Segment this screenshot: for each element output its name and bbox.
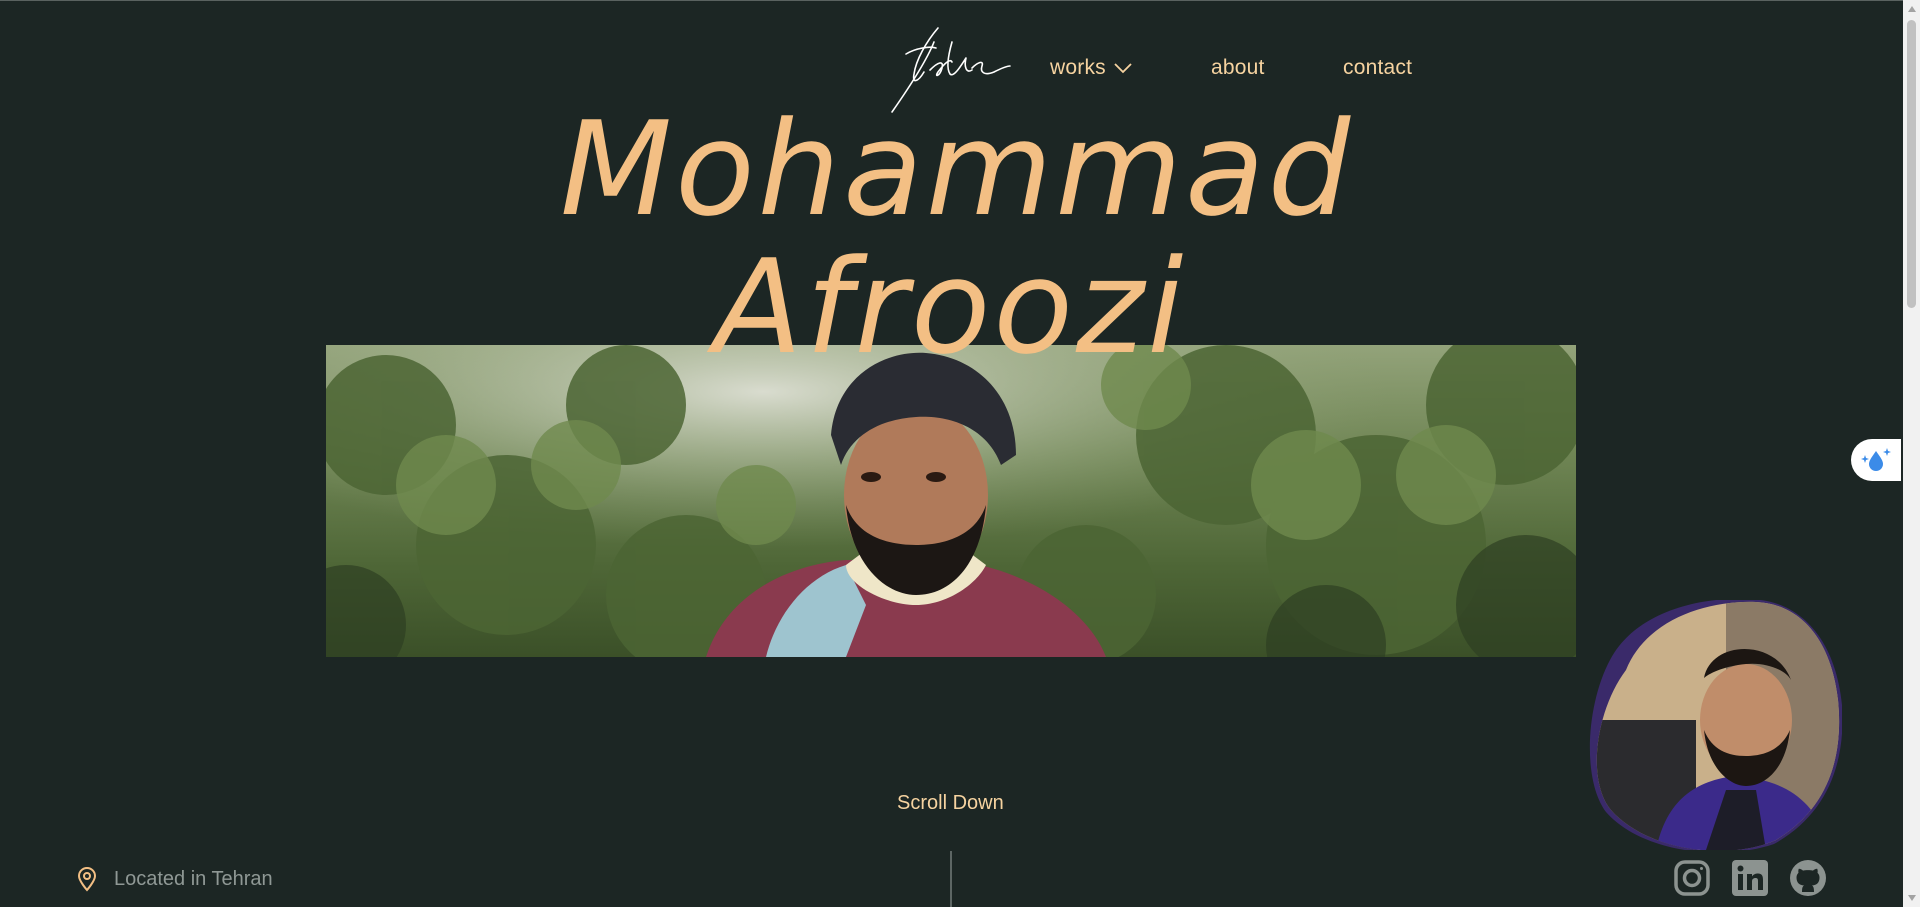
- hero-photo-illustration: [326, 345, 1576, 657]
- hero-title-line2: Afroozi: [713, 231, 1187, 383]
- sparkle-drop-icon: [1861, 448, 1891, 471]
- scroll-down-arrow[interactable]: [1908, 895, 1916, 901]
- nav-works-label: works: [1050, 56, 1106, 79]
- instagram-link[interactable]: [1672, 858, 1712, 898]
- hero-photo: [326, 345, 1576, 657]
- hero-title: Mohammad Afroozi: [560, 93, 1354, 383]
- location-text: Located in Tehran: [114, 867, 273, 890]
- vertical-divider: [950, 851, 952, 907]
- scroll-up-arrow[interactable]: [1908, 6, 1916, 12]
- github-link[interactable]: [1788, 858, 1828, 898]
- linkedin-icon: [1732, 860, 1768, 896]
- nav-contact[interactable]: contact: [1343, 56, 1412, 80]
- chevron-down-icon: [1114, 63, 1132, 74]
- window-top-border: [0, 0, 1920, 1]
- location: Located in Tehran: [76, 866, 273, 892]
- instagram-icon: [1674, 860, 1710, 896]
- nav-about[interactable]: about: [1211, 56, 1265, 80]
- linkedin-link[interactable]: [1730, 858, 1770, 898]
- scrollbar-thumb[interactable]: [1907, 20, 1916, 308]
- vertical-scrollbar[interactable]: [1903, 0, 1920, 907]
- social-links: [1672, 858, 1828, 898]
- scroll-down-hint[interactable]: Scroll Down: [897, 792, 1004, 815]
- nav-works[interactable]: works: [1050, 56, 1132, 80]
- hero-title-line1: Mohammad: [560, 93, 1354, 245]
- map-pin-icon: [77, 867, 97, 892]
- github-icon: [1790, 860, 1826, 896]
- extension-widget[interactable]: [1851, 439, 1901, 481]
- avatar: [1589, 600, 1842, 850]
